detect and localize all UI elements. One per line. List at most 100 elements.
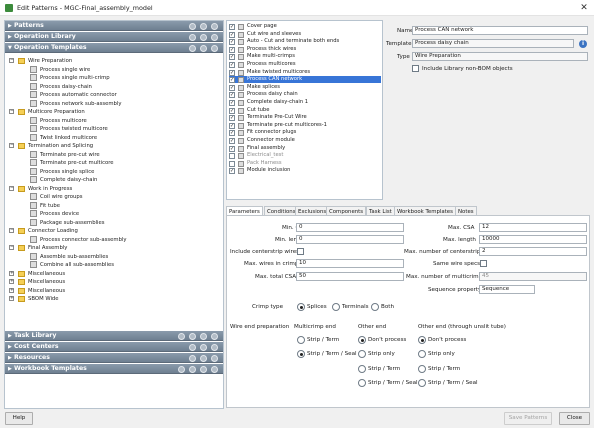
close-window-icon[interactable]: ✕: [578, 2, 590, 14]
max-length-field[interactable]: 10000: [479, 235, 587, 244]
operation-list-item[interactable]: ✓ Complete daisy-chain 1: [229, 99, 381, 106]
collapse-icon[interactable]: −: [9, 143, 14, 148]
include-checkbox[interactable]: ✓: [229, 138, 235, 144]
include-checkbox[interactable]: ✓: [229, 31, 235, 38]
expand-icon[interactable]: +: [9, 279, 14, 284]
copy-icon[interactable]: [200, 23, 207, 30]
remove-icon[interactable]: [211, 355, 218, 362]
include-checkbox[interactable]: ✓: [229, 168, 235, 175]
operation-list-item[interactable]: ✓ Cut tube: [229, 107, 381, 114]
tree-item[interactable]: Assemble sub-assemblies: [5, 252, 221, 261]
collapse-icon[interactable]: −: [9, 245, 14, 250]
remove-icon[interactable]: [211, 23, 218, 30]
collapse-icon[interactable]: −: [9, 109, 14, 114]
operation-list-item[interactable]: ✓ Terminate Pre-Cut Wire: [229, 114, 381, 122]
help-button[interactable]: Help: [5, 412, 33, 425]
other-strip-term-seal-radio[interactable]: [358, 379, 366, 387]
include-checkbox[interactable]: ✓: [229, 145, 235, 152]
copy-icon[interactable]: [200, 344, 207, 351]
section-cost-centers[interactable]: ▶ Cost Centers: [5, 342, 223, 352]
tree-item[interactable]: Coil wire groups: [5, 193, 221, 201]
section-task-library[interactable]: ▶ Task Library: [5, 331, 223, 341]
operation-list-item[interactable]: ✓ Auto - Cut and terminate both ends: [229, 38, 381, 46]
tree-folder[interactable]: + Miscellaneous: [5, 278, 221, 286]
min-length-field[interactable]: 0: [296, 235, 404, 244]
tree-folder[interactable]: + Miscellaneous: [5, 287, 221, 295]
include-checkbox[interactable]: ✓: [229, 122, 235, 129]
include-library-checkbox[interactable]: [412, 65, 419, 72]
edit-icon[interactable]: [211, 333, 218, 340]
tree-folder[interactable]: + Miscellaneous: [5, 270, 221, 278]
tree-item[interactable]: Fit tube: [5, 201, 221, 210]
max-total-csa-field[interactable]: 50: [296, 272, 404, 281]
tree-folder[interactable]: − Wire Preparation: [5, 57, 221, 65]
tree-folder[interactable]: − Termination and Splicing: [5, 142, 221, 150]
name-field[interactable]: Process CAN network: [412, 26, 588, 35]
tree-item[interactable]: Process connector sub-assembly: [5, 235, 221, 244]
remove-icon[interactable]: [211, 344, 218, 351]
copy-icon[interactable]: [200, 34, 207, 41]
min-csa-field[interactable]: 0: [296, 223, 404, 232]
other-dont-process-radio[interactable]: [358, 336, 366, 344]
expand-icon[interactable]: +: [9, 296, 14, 301]
close-button[interactable]: Close: [559, 412, 590, 425]
copy-icon[interactable]: [189, 333, 196, 340]
section-operation-templates[interactable]: ▼ Operation Templates: [5, 43, 223, 53]
tree-item[interactable]: Process daisy-chain: [5, 82, 221, 91]
include-checkbox[interactable]: [229, 153, 235, 160]
include-centerstrip-checkbox[interactable]: [297, 248, 304, 255]
tree-item[interactable]: Twist linked multicore: [5, 133, 221, 142]
tree-folder[interactable]: + SBOM Wide: [5, 295, 221, 303]
operation-list-item[interactable]: ✓ Terminate pre-cut multicores-1: [229, 122, 381, 129]
tree-folder[interactable]: − Final Assembly: [5, 244, 221, 252]
tree-item[interactable]: Complete daisy-chain: [5, 176, 221, 184]
tree-item[interactable]: Process single multi-crimp: [5, 74, 221, 82]
section-operation-library[interactable]: ▶ Operation Library: [5, 32, 223, 42]
section-patterns[interactable]: ▶ Patterns: [5, 21, 223, 31]
operation-list-item[interactable]: ✓ Cut wire and sleeves: [229, 31, 381, 38]
tree-item[interactable]: Process automatic connector: [5, 91, 221, 99]
same-wire-specs-checkbox[interactable]: [480, 260, 487, 267]
operation-list-item[interactable]: ✓ Cover page: [229, 23, 381, 30]
include-checkbox[interactable]: ✓: [229, 100, 235, 106]
operation-list-item[interactable]: Electrical_test: [229, 152, 381, 160]
remove-icon[interactable]: [200, 333, 207, 340]
remove-icon[interactable]: [211, 45, 218, 52]
max-multicrimps-field[interactable]: 45: [479, 272, 587, 281]
copy-icon[interactable]: [189, 366, 196, 373]
add-icon[interactable]: [178, 333, 185, 340]
crimp-type-splices-radio[interactable]: [297, 303, 305, 311]
copy-icon[interactable]: [200, 355, 207, 362]
max-wires-crimp-field[interactable]: 10: [296, 259, 404, 268]
tree-item[interactable]: Terminate pre-cut wire: [5, 150, 221, 159]
section-workbook-templates[interactable]: ▶ Workbook Templates: [5, 364, 223, 374]
edit-icon[interactable]: [211, 366, 218, 373]
tree-item[interactable]: Process multicore: [5, 116, 221, 125]
include-checkbox[interactable]: ✓: [229, 39, 235, 46]
operation-list-item[interactable]: ✓ Make multi-crimps: [229, 53, 381, 61]
operation-list-item[interactable]: ✓ Process daisy chain: [229, 91, 381, 99]
crimp-type-both-radio[interactable]: [371, 303, 379, 311]
max-csa-field[interactable]: 12: [479, 223, 587, 232]
tree-item[interactable]: Process single splice: [5, 167, 221, 176]
crimp-type-terminals-radio[interactable]: [332, 303, 340, 311]
template-field[interactable]: Process daisy chain: [412, 39, 574, 48]
include-checkbox[interactable]: ✓: [229, 69, 235, 76]
other-strip-only-radio[interactable]: [358, 350, 366, 358]
info-icon[interactable]: i: [579, 40, 587, 48]
tree-item[interactable]: Combine all sub-assemblies: [5, 261, 221, 269]
include-checkbox[interactable]: ✓: [229, 130, 235, 137]
collapse-icon[interactable]: −: [9, 228, 14, 233]
multicrimp-strip-term-seal-radio[interactable]: [297, 350, 305, 358]
operation-list-item[interactable]: ✓ Fit connector plugs: [229, 129, 381, 137]
include-checkbox[interactable]: ✓: [229, 84, 235, 91]
copy-icon[interactable]: [200, 45, 207, 52]
add-icon[interactable]: [189, 344, 196, 351]
unslit-strip-term-radio[interactable]: [418, 365, 426, 373]
tree-item[interactable]: Process twisted multicore: [5, 125, 221, 133]
operation-list-item[interactable]: Pack Harness: [229, 160, 381, 167]
section-resources[interactable]: ▶ Resources: [5, 353, 223, 363]
tree-folder[interactable]: − Work in Progress: [5, 185, 221, 193]
multicrimp-strip-term-radio[interactable]: [297, 336, 305, 344]
include-checkbox[interactable]: ✓: [229, 24, 235, 30]
